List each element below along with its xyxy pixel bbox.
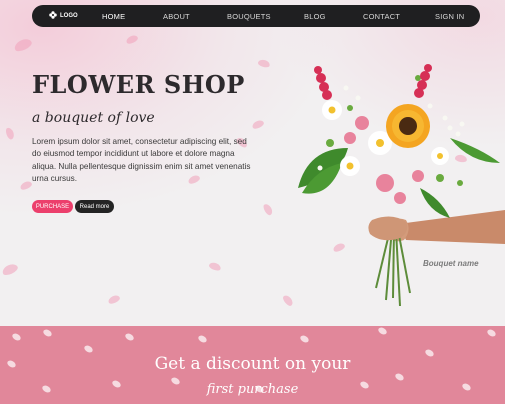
nav-item-bouquets[interactable]: BOUQUETS [227, 12, 271, 21]
logo-label: LOGO [60, 13, 78, 19]
nav-item-home[interactable]: HOME [102, 12, 125, 21]
petal-decoration [19, 179, 33, 192]
petal-decoration [0, 262, 20, 277]
petal-decoration [42, 328, 53, 338]
petal-decoration [299, 334, 310, 344]
petal-decoration [124, 332, 135, 342]
petal-decoration [257, 58, 271, 69]
petal-decoration [261, 202, 275, 217]
bouquet-image [290, 48, 505, 310]
petal-decoration [208, 261, 222, 272]
nav-item-contact[interactable]: CONTACT [363, 12, 400, 21]
petal-decoration [11, 332, 22, 342]
top-navigation: LOGO HOME ABOUT BOUQUETS BLOG CONTACT SI… [32, 5, 480, 27]
purchase-button[interactable]: PURCHASE [32, 200, 73, 213]
read-more-button[interactable]: Read more [75, 200, 114, 213]
page-title: FLOWER SHOP [32, 70, 245, 99]
petal-decoration [251, 118, 265, 131]
flower-icon [49, 11, 57, 21]
discount-banner: Get a discount on your first purchase [0, 326, 505, 404]
nav-item-sign-in[interactable]: SIGN IN [435, 12, 464, 21]
petal-decoration [125, 33, 139, 46]
logo[interactable]: LOGO [49, 11, 104, 21]
banner-title: Get a discount on your [154, 354, 351, 374]
hero-tagline: a bouquet of love [32, 110, 155, 126]
petal-decoration [197, 334, 208, 344]
petal-decoration [12, 36, 34, 54]
banner-subtitle: first purchase [206, 382, 299, 397]
nav-item-about[interactable]: ABOUT [163, 12, 190, 21]
petal-decoration [377, 326, 388, 336]
nav-item-blog[interactable]: BLOG [304, 12, 326, 21]
petal-decoration [107, 293, 121, 306]
petal-decoration [4, 126, 16, 141]
hero-section: LOGO HOME ABOUT BOUQUETS BLOG CONTACT SI… [0, 0, 505, 326]
bouquet-caption: Bouquet name [423, 259, 479, 268]
hero-description: Lorem ipsum dolor sit amet, consectetur … [32, 137, 251, 183]
petal-decoration [83, 344, 94, 354]
petal-decoration [486, 328, 497, 338]
